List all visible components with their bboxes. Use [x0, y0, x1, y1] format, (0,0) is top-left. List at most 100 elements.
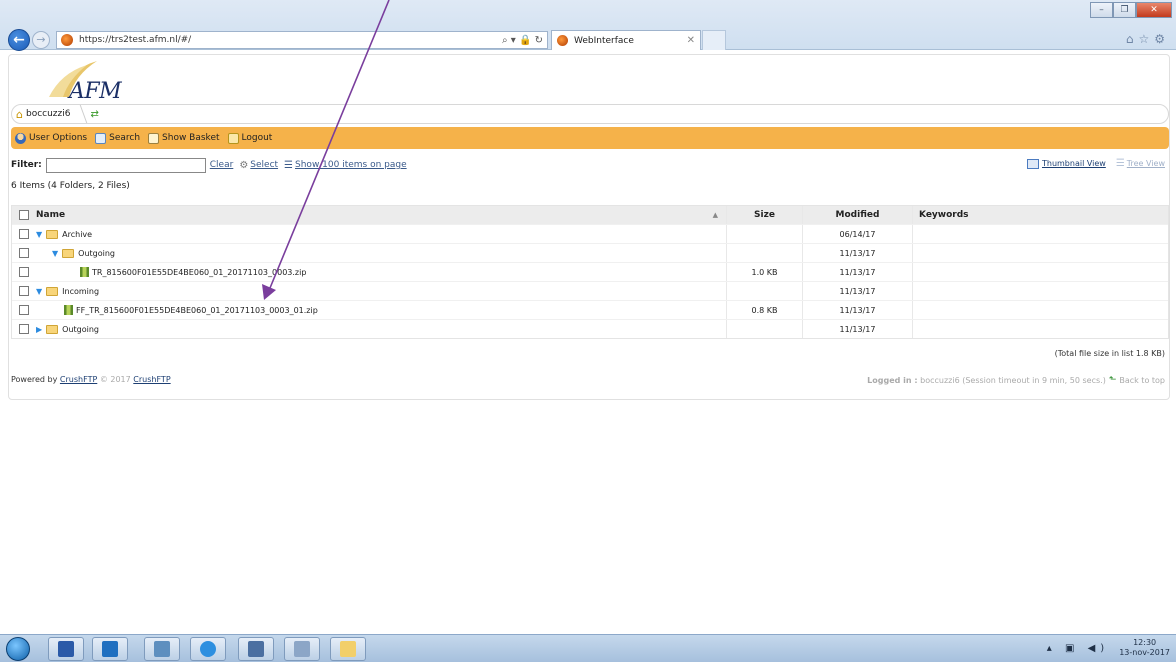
file-name[interactable]: FF_TR_815600F01E55DE4BE060_01_20171103_0…	[76, 306, 318, 315]
address-bar[interactable]: https://trs2test.afm.nl/#/ ⌕ ▾ 🔒 ↻	[56, 31, 548, 49]
folder-icon	[340, 641, 356, 657]
clear-link[interactable]: Clear	[210, 160, 234, 170]
folder-name[interactable]: Incoming	[62, 287, 99, 296]
show-basket-button[interactable]: Show Basket	[148, 132, 220, 144]
row-modified: 11/13/17	[802, 282, 912, 300]
folder-name[interactable]: Outgoing	[78, 249, 115, 258]
url-text[interactable]: https://trs2test.afm.nl/#/	[79, 35, 502, 45]
row-size	[726, 225, 802, 243]
table-row[interactable]: ▼ Outgoing 11/13/17	[12, 243, 1168, 262]
clock[interactable]: 12:30 13-nov-2017	[1119, 638, 1170, 658]
taskbar-app3[interactable]	[144, 637, 180, 661]
select-all-checkbox[interactable]	[19, 210, 29, 220]
row-checkbox[interactable]	[19, 305, 29, 315]
taskbar-word[interactable]	[48, 637, 84, 661]
forward-button[interactable]: →	[32, 31, 50, 49]
taskbar-explorer[interactable]	[330, 637, 366, 661]
folder-icon	[46, 286, 59, 296]
clock-time: 12:30	[1133, 638, 1157, 647]
home-icon[interactable]: ⌂	[16, 108, 23, 121]
show-items-link[interactable]: Show 100 items on page	[295, 160, 407, 170]
tree-view-link[interactable]: Tree View	[1127, 159, 1165, 168]
table-header: Name ▲ Size Modified Keywords	[12, 206, 1168, 224]
table-row[interactable]: TR_815600F01E55DE4BE060_01_20171103_0003…	[12, 262, 1168, 281]
row-name-cell[interactable]: ▶ Outgoing	[36, 324, 726, 334]
row-checkbox[interactable]	[19, 324, 29, 334]
new-tab-button[interactable]	[702, 30, 726, 50]
taskbar-app6[interactable]	[284, 637, 320, 661]
favorites-star-icon[interactable]: ☆	[1138, 32, 1154, 46]
start-button[interactable]	[6, 637, 30, 661]
filter-row: Filter: Clear ⚙ Select ☰ Show 100 items …	[11, 155, 1169, 175]
breadcrumb-user[interactable]: boccuzzi6	[26, 109, 71, 119]
logout-button[interactable]: Logout	[227, 132, 272, 144]
refresh-icon[interactable]: ⇄	[90, 109, 98, 120]
tab-close-icon[interactable]: ✕	[687, 35, 695, 46]
table-body: ▼ Archive 06/14/17 ▼ Outgoing 11/13/17 TR_8156…	[12, 224, 1168, 338]
back-button[interactable]: ←	[8, 29, 30, 51]
row-modified: 06/14/17	[802, 225, 912, 243]
row-checkbox[interactable]	[19, 286, 29, 296]
copyright-text: © 2017	[99, 375, 131, 384]
tray-icons[interactable]: ▴ ▣ ◀)	[1047, 643, 1109, 654]
row-checkbox[interactable]	[19, 267, 29, 277]
logo-text: AFM	[69, 79, 122, 104]
table-row[interactable]: FF_TR_815600F01E55DE4BE060_01_20171103_0…	[12, 300, 1168, 319]
crushftp-link[interactable]: CrushFTP	[60, 375, 97, 384]
folder-icon	[62, 248, 75, 258]
table-row[interactable]: ▼ Incoming 11/13/17	[12, 281, 1168, 300]
select-gear-icon: ⚙	[239, 159, 249, 171]
row-checkbox[interactable]	[19, 248, 29, 258]
user-options-button[interactable]: User Options	[15, 132, 87, 144]
table-row[interactable]: ▼ Archive 06/14/17	[12, 224, 1168, 243]
row-name-cell[interactable]: ▼ Incoming	[36, 286, 726, 296]
row-name-cell[interactable]: ▼ Outgoing	[36, 248, 726, 258]
filter-label: Filter:	[11, 160, 42, 170]
select-link[interactable]: Select	[250, 160, 278, 170]
column-name[interactable]: Name ▲	[36, 210, 726, 220]
browser-toolbar-icons[interactable]: ⌂☆⚙	[1126, 32, 1170, 46]
row-name-cell[interactable]: FF_TR_815600F01E55DE4BE060_01_20171103_0…	[36, 305, 726, 315]
collapse-caret-icon[interactable]: ▼	[36, 230, 42, 239]
row-modified: 11/13/17	[802, 263, 912, 281]
table-row[interactable]: ▶ Outgoing 11/13/17	[12, 319, 1168, 338]
row-name-cell[interactable]: ▼ Archive	[36, 229, 726, 239]
column-size[interactable]: Size	[726, 206, 802, 224]
minimize-button[interactable]: –	[1090, 2, 1113, 18]
row-keywords	[912, 263, 1168, 281]
internet-explorer-icon	[200, 641, 216, 657]
row-keywords	[912, 225, 1168, 243]
restore-button[interactable]: ❐	[1113, 2, 1136, 18]
row-name-cell[interactable]: TR_815600F01E55DE4BE060_01_20171103_0003…	[36, 267, 726, 277]
zip-file-icon	[80, 267, 89, 277]
breadcrumb: ⌂ boccuzzi6 ⇄	[11, 104, 1169, 124]
column-keywords[interactable]: Keywords	[912, 206, 1168, 224]
crushftp-link-2[interactable]: CrushFTP	[133, 375, 170, 384]
collapse-caret-icon[interactable]: ▼	[52, 249, 58, 258]
list-icon: ☰	[284, 159, 294, 171]
folder-name[interactable]: Archive	[62, 230, 92, 239]
file-name[interactable]: TR_815600F01E55DE4BE060_01_20171103_0003…	[92, 268, 306, 277]
row-checkbox[interactable]	[19, 229, 29, 239]
search-button[interactable]: Search	[95, 132, 140, 144]
settings-gear-icon[interactable]: ⚙	[1154, 32, 1170, 46]
browser-chrome: – ❐ ✕ ← → https://trs2test.afm.nl/#/ ⌕ ▾…	[0, 0, 1176, 51]
filter-input[interactable]	[45, 157, 206, 173]
tab-webinterface[interactable]: WebInterface ✕	[551, 30, 701, 50]
back-to-top-link[interactable]: Back to top	[1119, 376, 1165, 385]
home-icon[interactable]: ⌂	[1126, 32, 1139, 46]
folder-name[interactable]: Outgoing	[62, 325, 99, 334]
footer-powered-by: Powered by CrushFTP © 2017 CrushFTP	[11, 375, 171, 384]
row-size	[726, 282, 802, 300]
taskbar-ie[interactable]	[190, 637, 226, 661]
user-icon	[15, 132, 26, 144]
thumbnail-view-link[interactable]: Thumbnail View	[1042, 159, 1106, 168]
folder-icon	[46, 229, 59, 239]
close-window-button[interactable]: ✕	[1136, 2, 1172, 18]
column-modified[interactable]: Modified	[802, 206, 912, 224]
taskbar-app5[interactable]	[238, 637, 274, 661]
address-tools-icon[interactable]: ⌕ ▾ 🔒 ↻	[502, 35, 543, 46]
expand-caret-icon[interactable]: ▶	[36, 325, 42, 334]
collapse-caret-icon[interactable]: ▼	[36, 287, 42, 296]
taskbar-outlook[interactable]	[92, 637, 128, 661]
